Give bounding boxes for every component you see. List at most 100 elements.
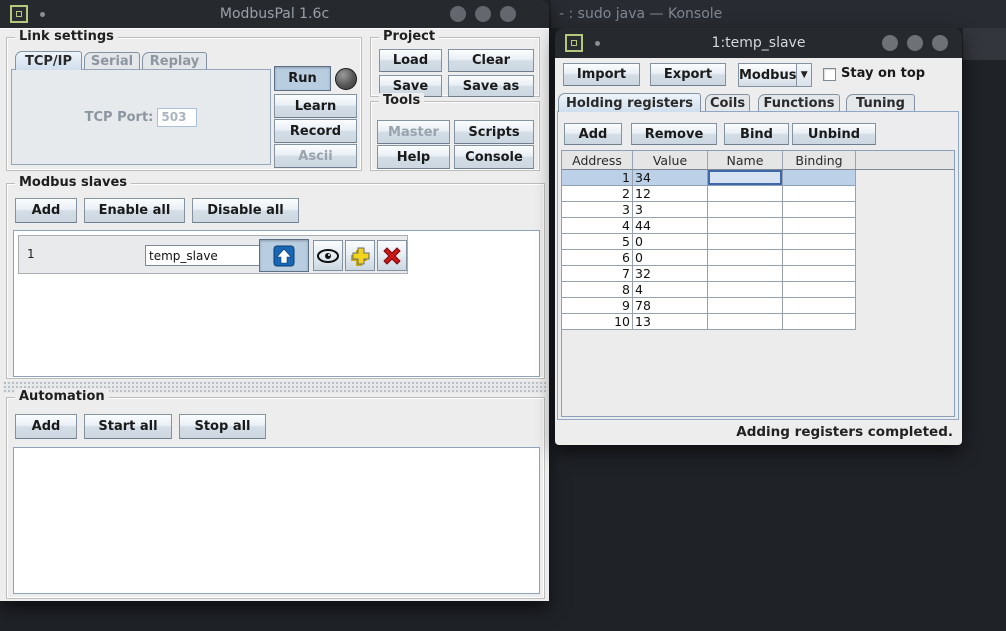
table-row[interactable]: 978 (562, 298, 856, 314)
header-address[interactable]: Address (562, 151, 633, 169)
tab-tuning[interactable]: Tuning (846, 94, 915, 112)
table-row[interactable]: 444 (562, 218, 856, 234)
cell-value[interactable]: 12 (633, 186, 708, 202)
cell-value[interactable]: 3 (633, 202, 708, 218)
cell-address[interactable]: 10 (562, 314, 633, 330)
close-button[interactable] (932, 35, 948, 51)
add-slave-button[interactable]: Add (15, 198, 77, 223)
table-row[interactable]: 33 (562, 202, 856, 218)
cell-address[interactable]: 4 (562, 218, 633, 234)
add-register-button[interactable]: Add (564, 123, 622, 145)
table-row[interactable]: 1013 (562, 314, 856, 330)
cell-binding[interactable] (783, 282, 856, 298)
cell-value[interactable]: 0 (633, 234, 708, 250)
start-all-button[interactable]: Start all (84, 414, 172, 439)
remove-register-button[interactable]: Remove (631, 123, 717, 145)
cell-name[interactable] (708, 282, 783, 298)
tab-coils[interactable]: Coils (705, 94, 750, 112)
console-button[interactable]: Console (454, 145, 534, 169)
help-button[interactable]: Help (377, 145, 450, 169)
slave-name-field[interactable] (145, 245, 265, 266)
header-name[interactable]: Name (708, 151, 783, 169)
cell-address[interactable]: 8 (562, 282, 633, 298)
unbind-button[interactable]: Unbind (792, 123, 876, 145)
export-button[interactable]: Export (650, 63, 726, 86)
cell-name[interactable] (708, 218, 783, 234)
import-button[interactable]: Import (563, 63, 640, 86)
cell-name[interactable] (708, 298, 783, 314)
enable-all-button[interactable]: Enable all (84, 198, 185, 223)
cell-name[interactable] (708, 186, 783, 202)
table-row[interactable]: 50 (562, 234, 856, 250)
tab-replay[interactable]: Replay (142, 52, 207, 70)
tab-functions[interactable]: Functions (758, 94, 840, 112)
slave-view-button[interactable] (313, 240, 343, 271)
cell-binding[interactable] (783, 250, 856, 266)
cell-name[interactable] (708, 170, 783, 186)
cell-address[interactable]: 5 (562, 234, 633, 250)
tcp-port-field[interactable] (157, 108, 197, 127)
slave-enable-toggle[interactable] (259, 239, 309, 272)
cell-address[interactable]: 6 (562, 250, 633, 266)
cell-value[interactable]: 13 (633, 314, 708, 330)
stop-all-button[interactable]: Stop all (179, 414, 266, 439)
cell-value[interactable]: 78 (633, 298, 708, 314)
stay-on-top-checkbox[interactable] (823, 68, 836, 81)
cell-name[interactable] (708, 266, 783, 282)
cell-address[interactable]: 2 (562, 186, 633, 202)
tab-serial[interactable]: Serial (84, 52, 140, 70)
cell-binding[interactable] (783, 266, 856, 282)
cell-binding[interactable] (783, 298, 856, 314)
clear-button[interactable]: Clear (448, 49, 534, 72)
close-button[interactable] (500, 6, 516, 22)
table-row[interactable]: 134 (562, 170, 856, 186)
cell-name[interactable] (708, 202, 783, 218)
tab-tcpip[interactable]: TCP/IP (15, 51, 82, 70)
cell-address[interactable]: 7 (562, 266, 633, 282)
cell-value[interactable]: 32 (633, 266, 708, 282)
minimize-button[interactable] (450, 6, 466, 22)
save-as-button[interactable]: Save as (448, 75, 534, 97)
registers-scrollpane[interactable]: Address Value Name Binding 1342123344450… (561, 150, 955, 417)
maximize-button[interactable] (475, 6, 491, 22)
bind-button[interactable]: Bind (724, 123, 789, 145)
load-button[interactable]: Load (379, 49, 442, 72)
run-button[interactable]: Run (274, 66, 331, 91)
slave-window-titlebar[interactable]: 1:temp_slave (555, 28, 962, 58)
modbuspal-titlebar[interactable]: ModbusPal 1.6c (0, 0, 549, 28)
cell-value[interactable]: 34 (633, 170, 708, 186)
cell-binding[interactable] (783, 202, 856, 218)
disable-all-button[interactable]: Disable all (192, 198, 299, 223)
header-binding[interactable]: Binding (783, 151, 856, 169)
cell-binding[interactable] (783, 218, 856, 234)
maximize-button[interactable] (907, 35, 923, 51)
header-value[interactable]: Value (633, 151, 708, 169)
cell-name[interactable] (708, 234, 783, 250)
record-button[interactable]: Record (274, 119, 357, 143)
table-row[interactable]: 212 (562, 186, 856, 202)
table-row[interactable]: 60 (562, 250, 856, 266)
cell-value[interactable]: 44 (633, 218, 708, 234)
chevron-down-icon[interactable]: ▼ (796, 64, 811, 86)
add-automation-button[interactable]: Add (15, 414, 77, 439)
cell-value[interactable]: 0 (633, 250, 708, 266)
cell-binding[interactable] (783, 170, 856, 186)
minimize-button[interactable] (882, 35, 898, 51)
implementation-combobox[interactable]: Modbus ▼ (738, 63, 812, 87)
slave-add-automation-button[interactable] (345, 240, 375, 271)
cell-value[interactable]: 4 (633, 282, 708, 298)
cell-name[interactable] (708, 314, 783, 330)
konsole-titlebar[interactable]: - : sudo java — Konsole (551, 0, 1006, 28)
cell-address[interactable]: 3 (562, 202, 633, 218)
cell-address[interactable]: 9 (562, 298, 633, 314)
slave-delete-button[interactable] (377, 240, 407, 271)
table-row[interactable]: 732 (562, 266, 856, 282)
tab-holding-registers[interactable]: Holding registers (558, 93, 701, 112)
scripts-button[interactable]: Scripts (454, 120, 534, 144)
cell-binding[interactable] (783, 234, 856, 250)
cell-address[interactable]: 1 (562, 170, 633, 186)
cell-binding[interactable] (783, 186, 856, 202)
cell-binding[interactable] (783, 314, 856, 330)
learn-button[interactable]: Learn (274, 94, 357, 118)
table-row[interactable]: 84 (562, 282, 856, 298)
